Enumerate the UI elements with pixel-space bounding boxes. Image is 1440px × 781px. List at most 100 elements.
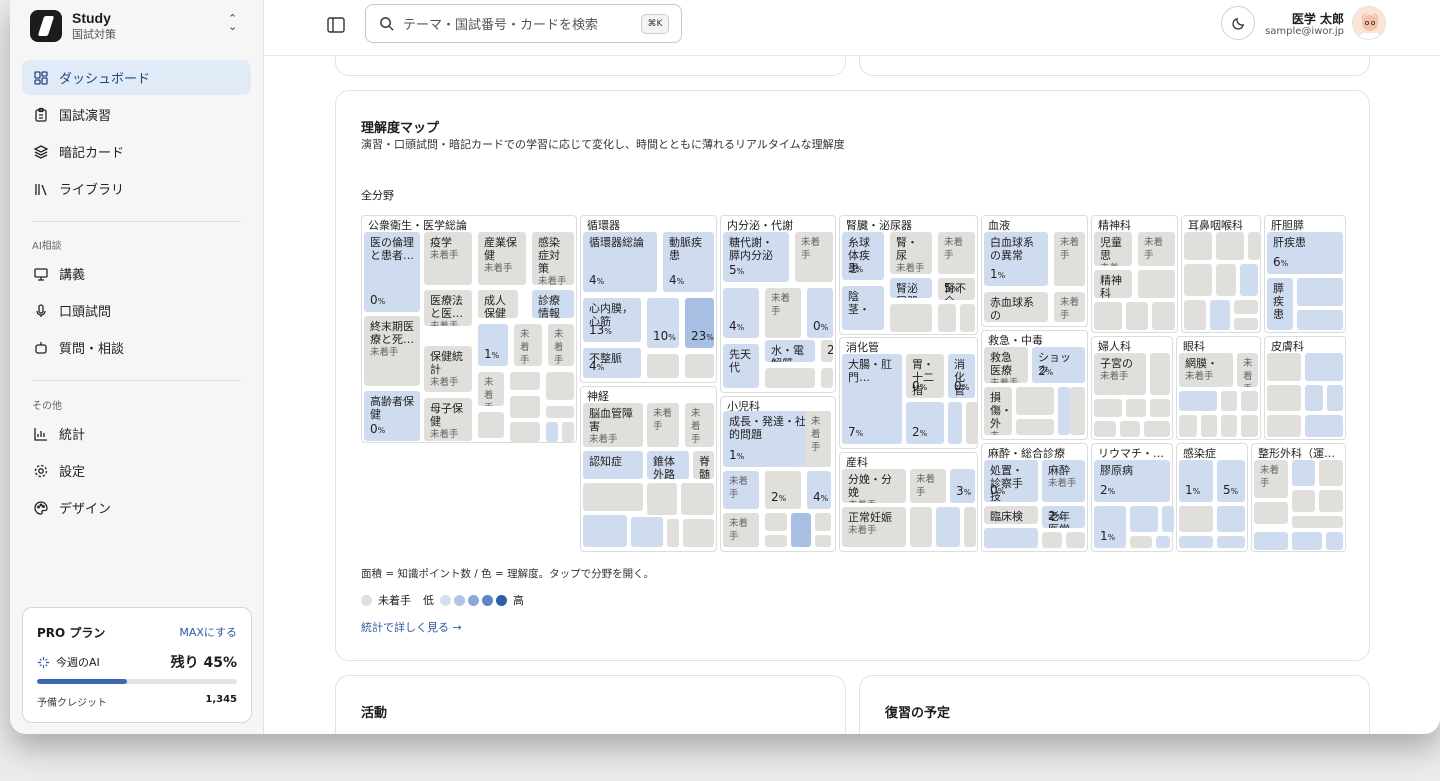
treemap-cell[interactable] <box>1216 232 1244 260</box>
treemap-cell[interactable] <box>1217 536 1245 548</box>
treemap-cell[interactable]: 未着手 <box>1138 232 1175 266</box>
treemap-section[interactable]: 整形外科（運… 未着手 <box>1251 443 1346 552</box>
treemap-section[interactable]: 眼科網膜・未着手未着手 <box>1176 336 1261 440</box>
treemap-section[interactable]: 内分泌・代謝糖代謝・膵内分泌5%未着手4%未着手0%水・電解質2%先天代 <box>720 215 836 393</box>
treemap-cell[interactable]: 医の倫理と患者… 0% <box>364 232 420 312</box>
treemap-cell[interactable] <box>938 304 956 332</box>
treemap-section[interactable]: 婦人科 子宮の 未着手 <box>1091 336 1173 440</box>
treemap-cell[interactable]: 損傷・外未着手 <box>984 387 1012 435</box>
treemap-cell[interactable]: 疫学 未着手 <box>424 232 472 285</box>
treemap-cell[interactable]: 0% <box>807 288 833 338</box>
treemap-cell[interactable]: 臨床検査関連 <box>984 506 1038 524</box>
treemap-cell[interactable]: 不整脈 4% <box>583 348 641 378</box>
treemap-cell[interactable]: 水・電解質 <box>765 340 815 362</box>
treemap-cell[interactable] <box>936 507 960 547</box>
treemap-cell[interactable]: 2% <box>906 402 944 444</box>
treemap-cell[interactable] <box>1070 387 1085 435</box>
sidebar-item-settings[interactable]: 設定 <box>22 453 251 488</box>
treemap-cell[interactable]: 10% <box>647 298 679 348</box>
treemap-cell[interactable] <box>1162 506 1174 532</box>
treemap-cell[interactable]: 麻酔 未着手 <box>1042 460 1085 502</box>
sidebar-item-dashboard[interactable]: ダッシュボード <box>22 60 251 95</box>
treemap-cell[interactable] <box>890 304 932 332</box>
treemap-cell[interactable]: 先天代 <box>723 344 759 388</box>
treemap-cell[interactable]: 消化管総0% <box>948 354 975 398</box>
treemap-cell[interactable] <box>681 483 714 515</box>
treemap-cell[interactable]: 保健統計 未着手 <box>424 346 472 392</box>
treemap-cell[interactable] <box>964 507 976 547</box>
sidebar-item-lecture[interactable]: 講義 <box>22 256 251 291</box>
treemap-section[interactable]: 神経脳血管障害未着手未着手未着手認知症錐体外路障害脊髄・末梢 <box>580 386 717 552</box>
treemap-cell[interactable] <box>1319 490 1343 512</box>
treemap-cell[interactable] <box>1152 302 1175 330</box>
treemap-section[interactable]: 耳鼻咽喉科 <box>1181 215 1261 333</box>
avatar[interactable] <box>1352 6 1386 40</box>
treemap-cell[interactable]: ショック 2% <box>1032 347 1085 383</box>
treemap-cell[interactable]: 産業保健 未着手 <box>478 232 526 285</box>
treemap-cell[interactable] <box>1150 353 1170 395</box>
treemap-cell[interactable]: 1% <box>1094 506 1126 548</box>
sidebar-item-cards[interactable]: 暗記カード <box>22 134 251 169</box>
treemap-cell[interactable]: 未着手 <box>938 232 975 274</box>
treemap-cell[interactable] <box>667 519 679 547</box>
treemap-cell[interactable] <box>1126 399 1146 417</box>
treemap-cell[interactable]: 脳血管障害 未着手 <box>583 403 643 447</box>
treemap-cell[interactable] <box>910 507 932 547</box>
treemap-cell[interactable] <box>1292 490 1315 512</box>
stats-detail-link[interactable]: 統計で詳しく見る → <box>361 619 462 635</box>
treemap-section[interactable]: 腎臓・泌尿器糸球体疾患3%腎・尿未着手未着手腎泌尿器総論腎不全5%陰茎・ <box>839 215 978 335</box>
treemap-cell[interactable] <box>1216 264 1236 296</box>
treemap-cell[interactable] <box>1016 387 1054 415</box>
treemap-cell[interactable]: 未着手 <box>1237 353 1258 387</box>
treemap-cell[interactable]: 2% <box>765 471 801 509</box>
sidebar-item-oral[interactable]: 口頭試問 <box>22 293 251 328</box>
treemap-section[interactable]: 血液 白血球系の異常 1% 未着手 赤血球系の 未着手 <box>981 215 1088 327</box>
treemap-section[interactable]: 救急・中毒救急医療未着手ショック2%損傷・外未着手 <box>981 330 1088 440</box>
treemap-cell[interactable]: 未着手 <box>1054 292 1085 322</box>
treemap-cell[interactable] <box>1292 532 1322 550</box>
treemap-cell[interactable] <box>546 422 558 442</box>
treemap-cell[interactable]: 赤血球系の <box>984 292 1048 322</box>
treemap-cell[interactable] <box>1326 532 1343 550</box>
treemap-cell[interactable] <box>1297 278 1343 306</box>
treemap-cell[interactable]: 高齢者保健 0% <box>364 391 420 441</box>
treemap-section[interactable]: 精神科児童思未着手未着手精神科 <box>1091 215 1178 333</box>
treemap-cell[interactable] <box>960 304 975 332</box>
treemap-cell[interactable]: 網膜・ 未着手 <box>1179 353 1233 387</box>
treemap-section[interactable]: 麻酔・総合診療処置・診察手技0%麻酔未着手臨床検査関連老年医学2% <box>981 443 1088 552</box>
treemap-cell[interactable] <box>984 528 1038 548</box>
treemap-cell[interactable]: 白血球系の異常 1% <box>984 232 1048 286</box>
treemap-cell[interactable] <box>1179 506 1213 532</box>
treemap-cell[interactable]: 未着手 <box>647 403 679 447</box>
treemap-section[interactable]: 公衆衛生・医学総論 医の倫理と患者… 0% 疫学 未着手 産業保健 未着手 感染症対策 未着手終… <box>361 215 577 443</box>
treemap-cell[interactable] <box>815 535 831 547</box>
treemap-section[interactable]: 感染症 1% 5% <box>1176 443 1248 552</box>
treemap-cell[interactable] <box>1138 270 1175 298</box>
treemap-cell[interactable]: 4% <box>807 471 831 509</box>
treemap-cell[interactable]: 分娩・分娩未着手 <box>842 469 906 503</box>
treemap-cell[interactable] <box>1234 318 1258 330</box>
treemap-cell[interactable] <box>1241 415 1258 437</box>
treemap-cell[interactable]: 未着手 <box>514 324 542 366</box>
treemap-cell[interactable] <box>1248 232 1260 260</box>
treemap-cell[interactable] <box>683 519 714 547</box>
treemap-cell[interactable]: 感染症対策 未着手 <box>532 232 574 285</box>
search-input[interactable]: テーマ・国試番号・カードを検索 ⌘K <box>365 4 682 43</box>
treemap-cell[interactable]: 未着手 <box>805 411 831 467</box>
treemap-cell[interactable] <box>562 422 574 442</box>
treemap-cell[interactable] <box>1201 415 1217 437</box>
sidebar-item-design[interactable]: デザイン <box>22 490 251 525</box>
treemap-cell[interactable] <box>583 515 627 547</box>
treemap-cell[interactable]: 未着手 <box>685 403 714 447</box>
treemap-cell[interactable] <box>685 354 714 378</box>
treemap-cell[interactable] <box>1267 415 1301 437</box>
treemap-cell[interactable] <box>1297 310 1343 330</box>
treemap-cell[interactable]: 胃・十二指 0% <box>906 354 944 398</box>
treemap-cell[interactable] <box>1254 502 1288 524</box>
treemap-cell[interactable]: 腎泌尿器総論 <box>890 278 932 298</box>
treemap-cell[interactable]: 未着手 <box>723 471 759 509</box>
treemap-cell[interactable] <box>510 396 540 418</box>
treemap-cell[interactable] <box>1184 264 1212 296</box>
treemap-cell[interactable]: 糖代謝・膵内分泌 5% <box>723 232 789 282</box>
treemap-cell[interactable]: 心内膜，心筋 13% <box>583 298 641 342</box>
